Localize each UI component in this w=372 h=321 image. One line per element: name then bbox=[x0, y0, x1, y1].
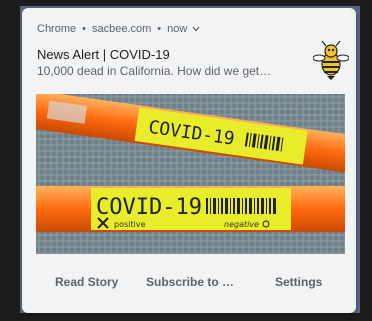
hornet-mascot-icon bbox=[312, 40, 350, 80]
notification-message: 10,000 dead in California. How did we ge… bbox=[37, 64, 272, 78]
settings-button[interactable]: Settings bbox=[275, 275, 322, 289]
chevron-down-icon[interactable] bbox=[192, 24, 200, 34]
negative-label: negative bbox=[224, 220, 259, 229]
screen-frame-bottom bbox=[0, 313, 372, 321]
subscribe-button[interactable]: Subscribe to … bbox=[146, 275, 234, 289]
notification-title: News Alert | COVID-19 bbox=[37, 47, 170, 62]
screen-frame-right bbox=[360, 0, 372, 321]
separator-dot: • bbox=[157, 23, 162, 35]
positive-label: positive bbox=[114, 220, 145, 229]
app-name: Chrome bbox=[37, 23, 77, 35]
site-name: sacbee.com bbox=[91, 23, 152, 35]
notification-image: COVID-19 COVID-19 positive negative bbox=[36, 94, 345, 254]
tube-label-bottom: COVID-19 bbox=[96, 195, 202, 220]
notification-actions: Read Story Subscribe to … Settings bbox=[22, 268, 356, 298]
separator-dot: • bbox=[82, 23, 86, 35]
screen-frame-left bbox=[0, 0, 20, 321]
screen-frame-top bbox=[0, 0, 372, 6]
notification-time: now bbox=[167, 23, 188, 35]
read-story-button[interactable]: Read Story bbox=[55, 275, 118, 289]
notification-header: Chrome • sacbee.com • now bbox=[37, 23, 200, 35]
notification-card[interactable]: Chrome • sacbee.com • now News Alert | C… bbox=[22, 8, 356, 313]
